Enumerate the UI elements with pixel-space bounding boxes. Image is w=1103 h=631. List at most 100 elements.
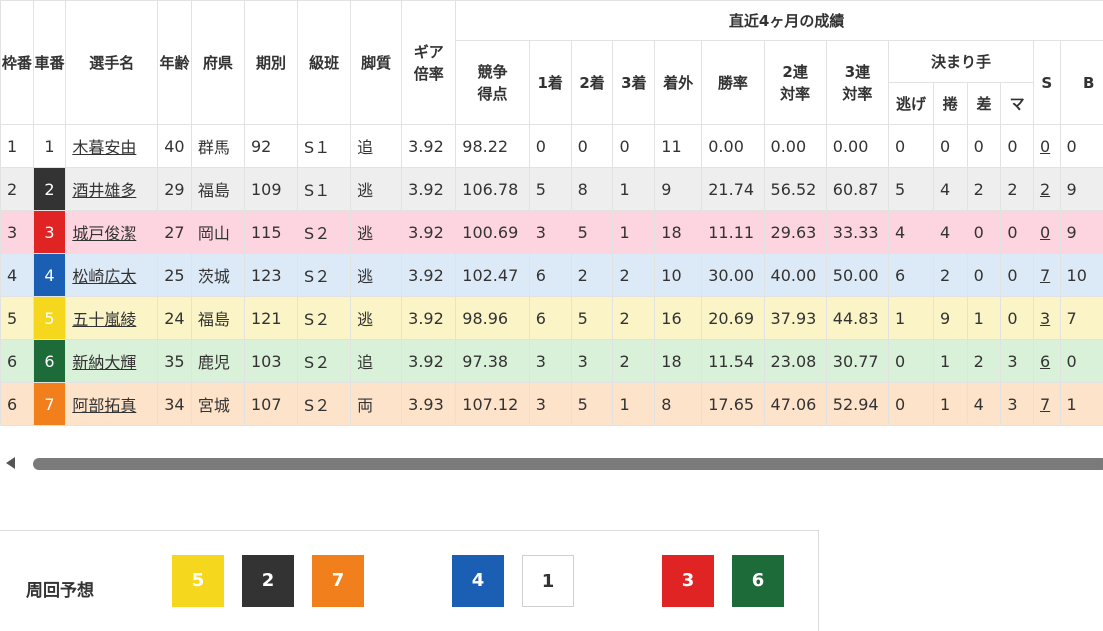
car-number-badge: 4 (33, 254, 66, 297)
racer-table-viewport: 枠番 車番 選手名 年齢 府県 期別 級班 脚質 ギア倍率 直近4ヶ月の成績 競… (0, 0, 1103, 430)
b-cell: 0 (1060, 340, 1103, 383)
mark-cell: 0 (1001, 125, 1034, 168)
age-cell: 27 (158, 211, 192, 254)
makuri-cell: 1 (933, 383, 967, 426)
table-row: 3 3 城戸俊潔 27 岡山 115 S２ 逃 3.92 100.69 3 5 … (1, 211, 1103, 254)
term-cell: 123 (244, 254, 297, 297)
win-rate-cell: 20.69 (702, 297, 764, 340)
b-cell: 0 (1060, 125, 1103, 168)
age-cell: 25 (158, 254, 192, 297)
racer-name-link[interactable]: 五十嵐綾 (72, 310, 136, 329)
prediction-chip: 6 (732, 555, 784, 607)
header-b: B (1060, 41, 1103, 125)
win-rate-cell: 21.74 (702, 168, 764, 211)
term-cell: 92 (244, 125, 297, 168)
third-cell: 2 (613, 297, 655, 340)
racer-name-link[interactable]: 酒井雄多 (72, 181, 136, 200)
horizontal-scrollbar[interactable] (0, 452, 1103, 476)
rate2-cell: 47.06 (764, 383, 826, 426)
s-link[interactable]: 3 (1040, 309, 1050, 328)
rate3-cell: 30.77 (826, 340, 888, 383)
rate2-cell: 0.00 (764, 125, 826, 168)
header-style: 脚質 (351, 1, 402, 125)
s-link[interactable]: 0 (1040, 223, 1050, 242)
out-cell: 18 (655, 211, 702, 254)
table-row: 5 5 五十嵐綾 24 福島 121 S２ 逃 3.92 98.96 6 5 2… (1, 297, 1103, 340)
sashi-cell: 0 (967, 211, 1001, 254)
mark-cell: 0 (1001, 297, 1034, 340)
racer-name-link[interactable]: 阿部拓真 (72, 396, 136, 415)
rate2-cell: 37.93 (764, 297, 826, 340)
class-cell: S２ (298, 254, 351, 297)
first-cell: 3 (529, 340, 571, 383)
b-cell: 9 (1060, 168, 1103, 211)
class-cell: S１ (298, 125, 351, 168)
scroll-left-arrow-icon[interactable] (6, 457, 15, 469)
prefecture-cell: 群馬 (191, 125, 244, 168)
racer-table: 枠番 車番 選手名 年齢 府県 期別 級班 脚質 ギア倍率 直近4ヶ月の成績 競… (0, 0, 1103, 426)
mark-cell: 3 (1001, 383, 1034, 426)
class-cell: S２ (298, 211, 351, 254)
car-number-badge: 5 (33, 297, 66, 340)
s-link[interactable]: 6 (1040, 352, 1050, 371)
s-cell: 0 (1033, 125, 1060, 168)
style-cell: 逃 (351, 211, 402, 254)
scroll-thumb[interactable] (33, 458, 1103, 470)
second-cell: 3 (571, 340, 613, 383)
car-number-badge: 7 (33, 383, 66, 426)
lap-prediction-label: 周回予想 (26, 576, 94, 601)
racer-name-cell: 酒井雄多 (66, 168, 158, 211)
header-prefecture: 府県 (191, 1, 244, 125)
term-cell: 103 (244, 340, 297, 383)
rate3-cell: 0.00 (826, 125, 888, 168)
score-cell: 97.38 (456, 340, 530, 383)
header-rate3: 3連対率 (826, 41, 888, 125)
prefecture-cell: 茨城 (191, 254, 244, 297)
waku-cell: 2 (1, 168, 34, 211)
b-cell: 1 (1060, 383, 1103, 426)
racer-name-link[interactable]: 城戸俊潔 (72, 224, 136, 243)
gear-cell: 3.92 (402, 168, 456, 211)
s-link[interactable]: 7 (1040, 395, 1050, 414)
waku-cell: 3 (1, 211, 34, 254)
prediction-chip: 2 (242, 555, 294, 607)
gear-cell: 3.92 (402, 297, 456, 340)
rate2-cell: 29.63 (764, 211, 826, 254)
third-cell: 2 (613, 340, 655, 383)
s-link[interactable]: 0 (1040, 137, 1050, 156)
racer-name-cell: 阿部拓真 (66, 383, 158, 426)
s-link[interactable]: 7 (1040, 266, 1050, 285)
racer-name-link[interactable]: 木暮安由 (72, 138, 136, 157)
prefecture-cell: 宮城 (191, 383, 244, 426)
prediction-chip: 1 (522, 555, 574, 607)
style-cell: 逃 (351, 168, 402, 211)
gear-cell: 3.92 (402, 211, 456, 254)
prediction-chip: 7 (312, 555, 364, 607)
first-cell: 0 (529, 125, 571, 168)
second-cell: 5 (571, 211, 613, 254)
third-cell: 2 (613, 254, 655, 297)
makuri-cell: 9 (933, 297, 967, 340)
rate2-cell: 40.00 (764, 254, 826, 297)
header-second: 2着 (571, 41, 613, 125)
s-cell: 2 (1033, 168, 1060, 211)
gear-cell: 3.92 (402, 340, 456, 383)
racer-name-link[interactable]: 松崎広太 (72, 267, 136, 286)
racer-name-cell: 五十嵐綾 (66, 297, 158, 340)
third-cell: 1 (613, 211, 655, 254)
s-cell: 3 (1033, 297, 1060, 340)
out-cell: 16 (655, 297, 702, 340)
header-car-number: 車番 (33, 1, 66, 125)
header-mark: マ (1001, 83, 1034, 125)
s-link[interactable]: 2 (1040, 180, 1050, 199)
header-third: 3着 (613, 41, 655, 125)
style-cell: 追 (351, 125, 402, 168)
s-cell: 7 (1033, 383, 1060, 426)
second-cell: 5 (571, 297, 613, 340)
table-row: 6 6 新納大輝 35 鹿児 103 S２ 追 3.92 97.38 3 3 2… (1, 340, 1103, 383)
prediction-chip: 4 (452, 555, 504, 607)
rate3-cell: 60.87 (826, 168, 888, 211)
nige-cell: 4 (889, 211, 934, 254)
racer-name-link[interactable]: 新納大輝 (72, 353, 136, 372)
car-number-badge: 3 (33, 211, 66, 254)
